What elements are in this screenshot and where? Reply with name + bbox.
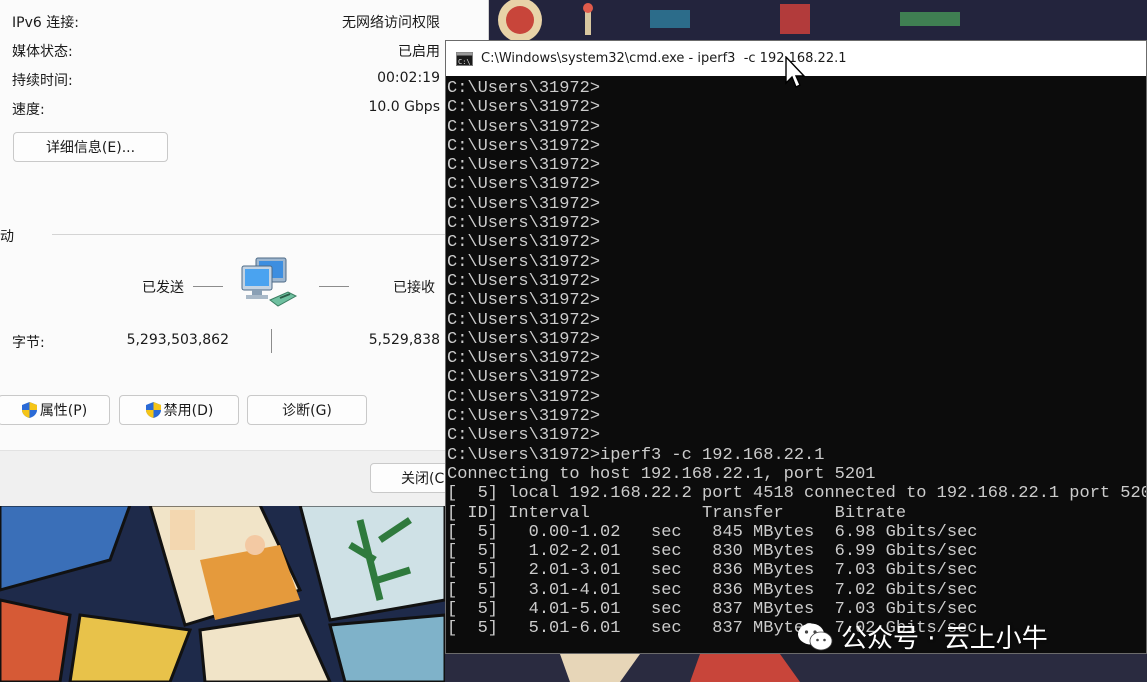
disable-button-label: 禁用(D) (163, 403, 214, 419)
close-button-label: 关闭(C (401, 471, 445, 487)
cmd-output-line: [ 5] 1.02-2.01 sec 830 MBytes 6.99 Gbits… (447, 542, 978, 562)
cmd-output-line: [ 5] local 192.168.22.2 port 4518 connec… (447, 484, 1147, 504)
duration-label: 持续时间: (12, 73, 73, 89)
cmd-output-line: C:\Users\31972> (447, 194, 601, 214)
ipv6-label: IPv6 连接: (12, 15, 79, 31)
speed-value: 10.0 Gbps (368, 99, 440, 115)
properties-button[interactable]: 属性(P) (0, 395, 110, 425)
cmd-output-line: C:\Users\31972> (447, 310, 601, 330)
cmd-output-line: [ 5] 0.00-1.02 sec 845 MBytes 6.98 Gbits… (447, 522, 978, 542)
cmd-output-line: C:\Users\31972> (447, 175, 601, 195)
cmd-output-line: C:\Users\31972> (447, 233, 601, 253)
details-button-label: 详细信息(E)... (45, 140, 136, 156)
bytes-label: 字节: (12, 335, 45, 351)
cmd-output-line: [ ID] Interval Transfer Bitrate (447, 503, 907, 523)
cmd-output-line: Connecting to host 192.168.22.1, port 52… (447, 464, 876, 484)
cmd-output-line: [ 5] 4.01-5.01 sec 837 MBytes 7.03 Gbits… (447, 600, 978, 620)
cmd-output-line: C:\Users\31972> (447, 291, 601, 311)
cmd-output-line: C:\Users\31972> (447, 426, 601, 446)
cmd-console-output[interactable]: C:\Users\31972> C:\Users\31972> C:\Users\3… (447, 79, 1146, 653)
cmd-output-line: C:\Users\31972> (447, 271, 601, 291)
diagnose-button[interactable]: 诊断(G) (247, 395, 367, 425)
cmd-icon: C:\ (456, 51, 473, 66)
cmd-output-line: C:\Users\31972> (447, 387, 601, 407)
received-line (319, 286, 349, 287)
cmd-window[interactable]: C:\ C:\Windows\system32\cmd.exe - iperf3… (445, 40, 1147, 654)
uac-shield-icon (145, 402, 161, 418)
cmd-output-line: C:\Users\31972>iperf3 -c 192.168.22.1 (447, 445, 825, 465)
mouse-cursor-icon (785, 56, 805, 88)
cmd-output-line: C:\Users\31972> (447, 117, 601, 137)
cmd-output-line: C:\Users\31972> (447, 98, 601, 118)
duration-value: 00:02:19 (377, 70, 440, 86)
cmd-output-line: C:\Users\31972> (447, 349, 601, 369)
cmd-output-line: C:\Users\31972> (447, 136, 601, 156)
activity-divider (52, 234, 446, 235)
cmd-output-line: C:\Users\31972> (447, 156, 601, 176)
diagnose-button-label: 诊断(G) (282, 403, 332, 419)
sent-line (193, 286, 223, 287)
cmd-output-line: C:\Users\31972> (447, 252, 601, 272)
bytes-separator (271, 329, 272, 353)
cmd-output-line: C:\Users\31972> (447, 407, 601, 427)
bytes-received-value: 5,529,838 (368, 332, 440, 348)
cmd-output-line: C:\Users\31972> (447, 368, 601, 388)
cmd-output-line: C:\Users\31972> (447, 329, 601, 349)
cmd-output-line: [ 5] 3.01-4.01 sec 836 MBytes 7.02 Gbits… (447, 580, 978, 600)
properties-button-label: 属性(P) (39, 403, 88, 419)
activity-section-title: 活动 (0, 229, 14, 245)
sent-label: 已发送 (142, 280, 184, 296)
disable-button[interactable]: 禁用(D) (119, 395, 239, 425)
wechat-icon (798, 623, 833, 650)
network-computers-icon (241, 257, 298, 307)
cmd-output-line: C:\Users\31972> (447, 214, 601, 234)
uac-shield-icon (21, 402, 37, 418)
watermark-text: 公众号 · 云上小牛 (841, 624, 1048, 654)
network-status-dialog: IPv6 连接: 无网络访问权限 媒体状态: 已启用 持续时间: 00:02:1… (0, 0, 489, 506)
svg-text:C:\: C:\ (458, 58, 471, 66)
media-state-label: 媒体状态: (12, 44, 73, 60)
dialog-footer: 关闭(C (0, 450, 488, 506)
media-state-value: 已启用 (398, 44, 440, 60)
watermark: 公众号 · 云上小牛 (797, 618, 1048, 655)
ipv6-value: 无网络访问权限 (342, 15, 440, 31)
cmd-output-line: [ 5] 2.01-3.01 sec 836 MBytes 7.03 Gbits… (447, 561, 978, 581)
details-button[interactable]: 详细信息(E)... (13, 132, 168, 162)
bytes-sent-value: 5,293,503,862 (126, 332, 229, 348)
received-label: 已接收 (393, 280, 435, 296)
speed-label: 速度: (12, 102, 45, 118)
